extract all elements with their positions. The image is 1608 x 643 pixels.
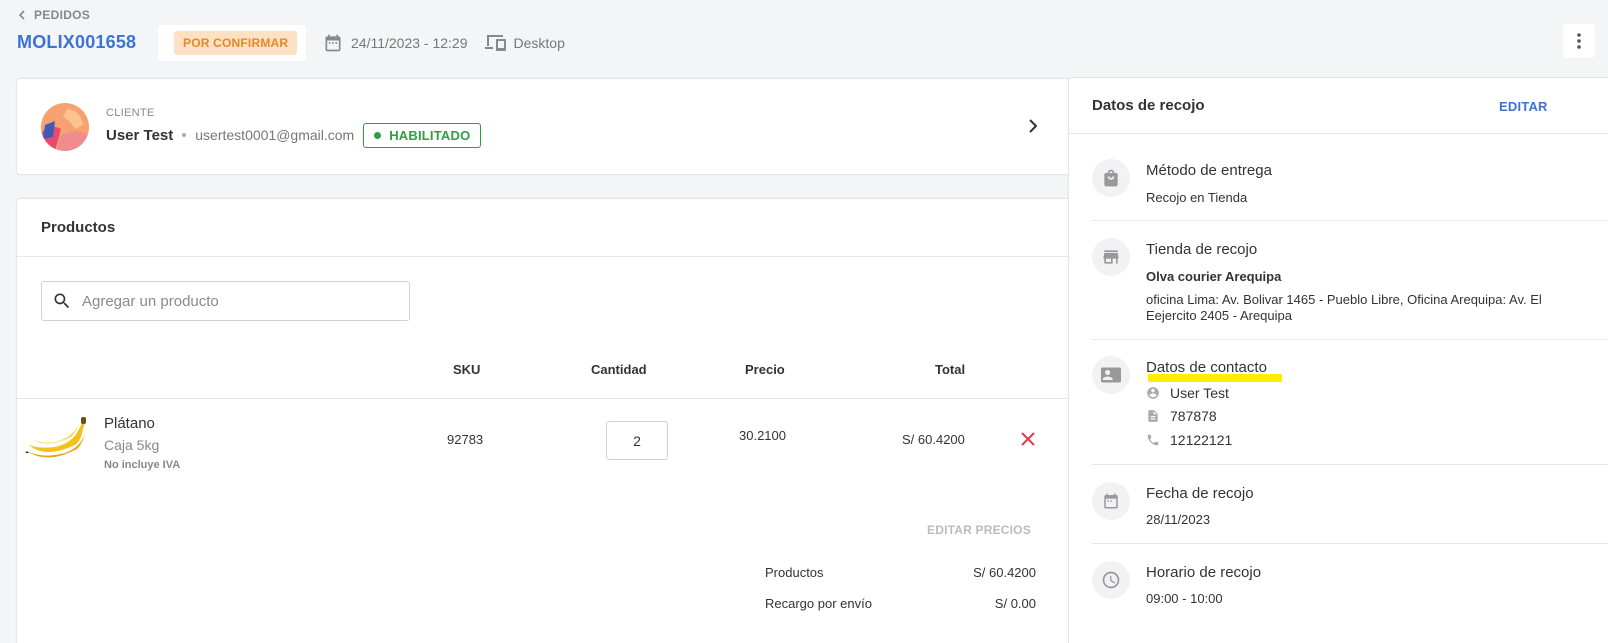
product-search-input[interactable] — [82, 292, 382, 310]
column-header-qty: Cantidad — [591, 362, 647, 377]
more-options-button[interactable] — [1563, 24, 1595, 58]
contact-phone: 12122121 — [1170, 432, 1233, 448]
product-name: Plátano — [104, 415, 155, 432]
product-price: 30.2100 — [739, 428, 786, 443]
store-icon — [1092, 238, 1130, 276]
calendar-icon — [325, 34, 341, 52]
divider — [17, 256, 1073, 257]
customer-name: User Test — [106, 126, 174, 144]
chevron-left-icon — [18, 10, 25, 20]
contact-document: 787878 — [1170, 408, 1217, 424]
search-icon — [54, 293, 70, 309]
column-header-sku: SKU — [453, 362, 481, 377]
pickup-title: Datos de recojo — [1092, 97, 1205, 114]
edit-pickup-button[interactable]: EDITAR — [1499, 99, 1548, 114]
customer-email: usertest0001@gmail.com — [195, 127, 355, 143]
delivery-method-value: Recojo en Tienda — [1146, 190, 1248, 205]
avatar — [41, 103, 89, 151]
column-header-total: Total — [935, 362, 966, 377]
pickup-store-name: Olva courier Arequipa — [1146, 269, 1282, 284]
delete-icon[interactable] — [1020, 431, 1036, 447]
contact-card-icon — [1092, 356, 1130, 394]
order-datetime: 24/11/2023 - 12:29 — [351, 35, 468, 51]
contact-doc-row: 787878 — [1146, 408, 1217, 424]
divider — [17, 398, 1073, 399]
products-card: Productos SKU Cantidad Precio Total Plát… — [16, 198, 1073, 643]
pickup-card: Datos de recojo EDITAR Método de entrega… — [1068, 77, 1608, 643]
divider — [1092, 220, 1608, 221]
customer-card[interactable]: CLIENTE User Test usertest0001@gmail.com… — [16, 78, 1072, 175]
edit-prices-button[interactable]: EDITAR PRECIOS — [927, 523, 1031, 537]
summary-label: Recargo por envío — [765, 596, 872, 611]
order-meta: 24/11/2023 - 12:29 Desktop — [323, 33, 565, 53]
delivery-method-title: Método de entrega — [1146, 162, 1272, 179]
clock-icon — [1092, 561, 1130, 599]
pickup-date-title: Fecha de recojo — [1146, 485, 1254, 502]
summary-label: Productos — [765, 565, 824, 580]
product-variant: Caja 5kg — [104, 437, 160, 453]
pickup-store-address: oficina Lima: Av. Bolivar 1465 - Pueblo … — [1146, 292, 1542, 323]
status-dot-icon — [374, 131, 382, 139]
order-id: MOLIX001658 — [17, 32, 137, 52]
divider — [1092, 543, 1608, 544]
contact-title: Datos de contacto — [1146, 359, 1267, 376]
pickup-time-value: 09:00 - 10:00 — [1146, 591, 1223, 606]
products-title: Productos — [41, 219, 116, 236]
product-total: S/ 60.4200 — [902, 432, 965, 447]
customer-info: User Test usertest0001@gmail.com HABILIT… — [106, 122, 482, 148]
divider — [1069, 133, 1608, 134]
devices-icon — [484, 35, 506, 51]
back-label: PEDIDOS — [34, 8, 91, 22]
pickup-date-value: 28/11/2023 — [1146, 512, 1211, 527]
phone-icon — [1147, 434, 1159, 446]
contact-name: User Test — [1170, 385, 1229, 401]
pickup-store-title: Tienda de recojo — [1146, 241, 1258, 258]
back-to-orders-link[interactable]: PEDIDOS — [18, 8, 90, 22]
order-device: Desktop — [513, 35, 565, 51]
shopping-bag-icon — [1092, 159, 1130, 197]
contact-name-row: User Test — [1146, 385, 1229, 401]
summary-value: S/ 0.00 — [994, 596, 1036, 611]
divider — [1092, 339, 1608, 340]
column-header-price: Precio — [745, 362, 785, 377]
chevron-right-icon[interactable] — [1027, 117, 1039, 135]
document-icon — [1148, 410, 1158, 422]
customer-label: CLIENTE — [106, 107, 155, 119]
status-badge: POR CONFIRMAR — [174, 31, 298, 55]
product-sku: 92783 — [447, 432, 484, 447]
product-search[interactable] — [41, 281, 410, 321]
contact-phone-row: 12122121 — [1146, 432, 1232, 448]
user-icon — [1147, 387, 1159, 399]
calendar-icon — [1092, 482, 1130, 520]
more-vertical-icon — [1577, 33, 1581, 49]
product-tax-note: No incluye IVA — [104, 459, 181, 471]
pickup-time-title: Horario de recojo — [1146, 564, 1262, 581]
customer-status-badge: HABILITADO — [363, 122, 482, 148]
divider — [1092, 464, 1608, 465]
quantity-input[interactable] — [606, 421, 668, 460]
summary-value: S/ 60.4200 — [973, 565, 1036, 580]
customer-status-label: HABILITADO — [389, 127, 471, 143]
product-image — [25, 417, 86, 458]
status-container: POR CONFIRMAR — [158, 25, 306, 61]
separator-dot — [182, 133, 187, 137]
